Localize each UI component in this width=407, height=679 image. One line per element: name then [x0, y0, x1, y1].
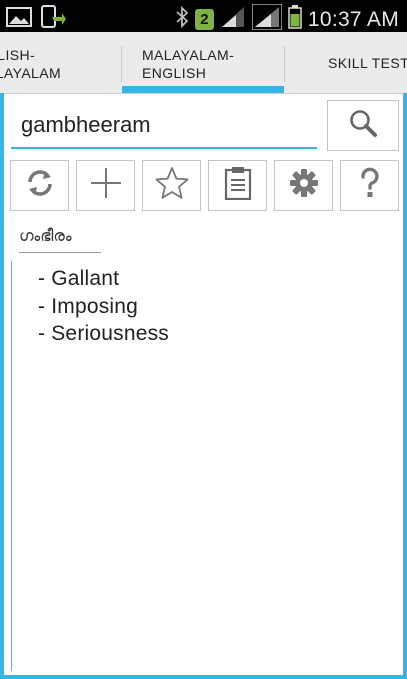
clipboard-button[interactable]	[208, 160, 267, 211]
frame-border-bottom	[0, 675, 407, 679]
status-time: 10:37 AM	[307, 7, 399, 31]
tab-malayalam-english[interactable]: MALAYALAM- ENGLISH	[122, 32, 284, 93]
notification-badge: 2	[194, 9, 214, 30]
result-divider	[11, 261, 12, 671]
favorite-button[interactable]	[142, 160, 201, 211]
frame-border-left	[0, 93, 4, 677]
settings-button[interactable]	[274, 160, 333, 211]
bluetooth-icon	[175, 5, 189, 33]
search-icon	[348, 108, 378, 143]
status-bar: 2 10:37 AM	[0, 0, 407, 32]
active-tab-indicator	[122, 86, 284, 93]
word-underline	[19, 252, 101, 253]
list-item: - Gallant	[38, 267, 120, 290]
list-item: - Imposing	[38, 294, 139, 318]
refresh-button[interactable]	[10, 160, 69, 211]
gallery-icon	[6, 6, 32, 33]
battery-icon	[288, 5, 302, 34]
frame-border-right	[403, 93, 407, 677]
list-item: - Seriousness	[38, 322, 169, 345]
tab-label: GLISH- ALAYALAM	[0, 47, 62, 81]
gear-icon	[288, 167, 320, 204]
phone-transfer-icon	[40, 5, 66, 34]
tab-label: SKILL TEST	[328, 55, 407, 71]
search-button[interactable]	[327, 100, 399, 151]
clipboard-icon	[223, 166, 253, 205]
tab-label: MALAYALAM- ENGLISH	[142, 47, 235, 81]
tab-skill-test[interactable]: SKILL TEST	[285, 32, 407, 93]
signal-icon	[251, 3, 283, 35]
add-button[interactable]	[76, 160, 135, 211]
tab-english-malayalam[interactable]: GLISH- ALAYALAM	[0, 32, 121, 93]
add-icon	[89, 166, 123, 205]
refresh-icon	[24, 167, 56, 204]
word-heading: ഗംഭീരം	[19, 226, 72, 245]
tab-bar: GLISH- ALAYALAM MALAYALAM- ENGLISH SKILL…	[0, 32, 407, 94]
meaning-list: - Gallant - Imposing - Seriousness	[38, 265, 169, 348]
help-button[interactable]	[340, 160, 399, 211]
star-icon	[155, 166, 189, 205]
signal-icon	[220, 5, 246, 34]
help-icon	[357, 167, 383, 204]
search-input[interactable]	[11, 103, 317, 149]
